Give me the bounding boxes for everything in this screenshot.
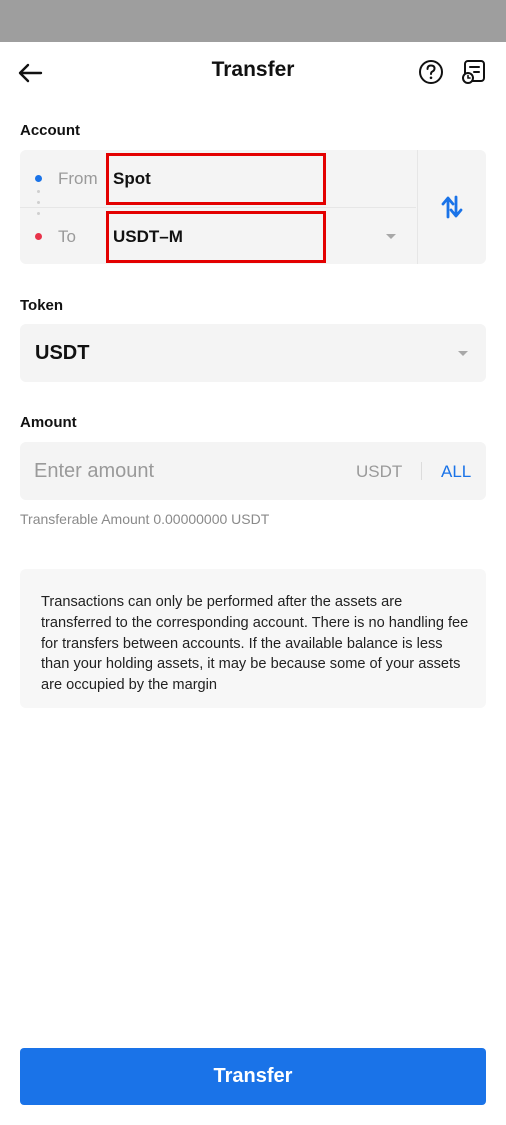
amount-divider <box>421 462 422 480</box>
back-button[interactable] <box>14 58 46 88</box>
transfer-button[interactable]: Transfer <box>20 1048 486 1105</box>
status-bar <box>0 0 506 42</box>
from-dot-icon <box>35 175 42 182</box>
from-label: From <box>58 169 98 188</box>
question-circle-icon <box>419 60 443 84</box>
to-label: To <box>58 227 76 246</box>
account-section-label: Account <box>20 122 80 139</box>
to-account-value: USDT–M <box>113 227 183 246</box>
help-button[interactable] <box>417 58 445 86</box>
notice-box: Transactions can only be performed after… <box>20 569 486 708</box>
all-button[interactable]: ALL <box>441 462 471 482</box>
notice-text: Transactions can only be performed after… <box>41 594 469 694</box>
token-value: USDT <box>35 342 90 364</box>
from-account-value: Spot <box>113 169 151 188</box>
transfer-records-button[interactable] <box>460 58 488 86</box>
amount-field: USDT ALL <box>20 442 486 500</box>
account-selector: From Spot To USDT–M <box>20 150 486 264</box>
chevron-down-icon <box>386 234 396 239</box>
chevron-down-icon <box>458 351 468 356</box>
arrow-left-icon <box>18 63 43 83</box>
transferable-amount: Transferable Amount 0.00000000 USDT <box>20 511 270 527</box>
swap-accounts-button[interactable] <box>418 150 486 264</box>
to-dot-icon <box>35 233 42 240</box>
token-section-label: Token <box>20 297 64 314</box>
transfer-records-icon <box>462 60 485 84</box>
swap-arrows-icon <box>441 195 463 219</box>
to-account-row[interactable]: To USDT–M <box>20 207 416 264</box>
amount-section-label: Amount <box>20 414 77 431</box>
amount-input[interactable] <box>34 454 334 488</box>
amount-unit: USDT <box>356 462 403 481</box>
header: Transfer <box>0 42 506 102</box>
token-select[interactable]: USDT <box>20 324 486 382</box>
from-account-row[interactable]: From Spot <box>20 150 416 215</box>
